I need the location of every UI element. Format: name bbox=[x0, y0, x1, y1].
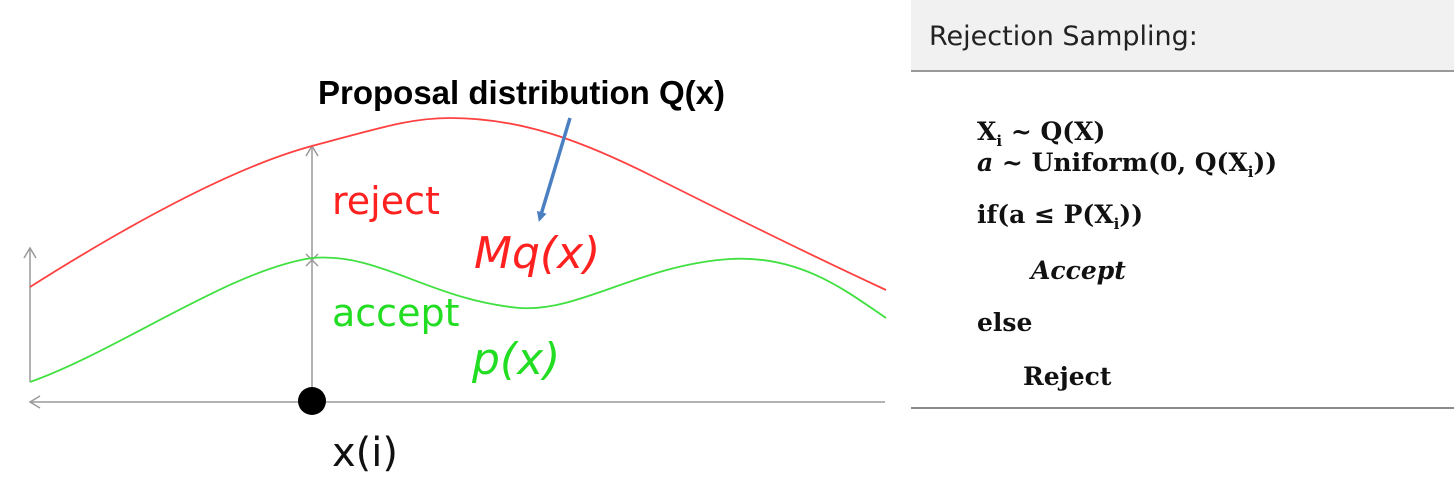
token-uniform: Uniform(0, Q(X bbox=[1031, 148, 1248, 177]
token-tilde-2: ~ bbox=[1001, 148, 1023, 177]
proposal-arrow bbox=[536, 117, 572, 222]
algo-line-uniform: a ~ Uniform(0, Q(Xi)) bbox=[977, 148, 1277, 181]
algorithm-panel: Rejection Sampling: Xi ~ Q(X) a ~ Unifor… bbox=[911, 0, 1454, 409]
token-if: if(a ≤ P(X bbox=[977, 200, 1114, 229]
token-close-2: )) bbox=[1253, 148, 1278, 177]
accept-label: accept bbox=[332, 291, 459, 335]
p-label: p(x) bbox=[471, 334, 560, 385]
proposal-title: Proposal distribution Q(x) bbox=[318, 74, 725, 111]
token-tilde: ~ bbox=[1010, 117, 1032, 146]
rejection-sampling-diagram: Proposal distribution Q(x) reject Mq(x) … bbox=[23, 74, 887, 476]
token-close-1: )) bbox=[1119, 200, 1144, 229]
mq-label: Mq(x) bbox=[474, 228, 600, 279]
algo-line-accept: Accept bbox=[1031, 256, 1126, 285]
algo-line-else: else bbox=[977, 308, 1033, 337]
mq-curve bbox=[29, 117, 887, 291]
sample-point bbox=[298, 387, 326, 415]
algo-line-reject: Reject bbox=[1023, 362, 1112, 391]
algo-line-sample: Xi ~ Q(X) bbox=[977, 117, 1105, 150]
token-QX: Q(X) bbox=[1040, 117, 1106, 146]
algo-line-if: if(a ≤ P(Xi)) bbox=[977, 200, 1143, 233]
algorithm-title: Rejection Sampling: bbox=[911, 0, 1454, 72]
x-i-label: x(i) bbox=[332, 430, 398, 476]
token-X: X bbox=[977, 117, 997, 146]
reject-label: reject bbox=[332, 179, 440, 223]
token-a: a bbox=[977, 148, 994, 177]
